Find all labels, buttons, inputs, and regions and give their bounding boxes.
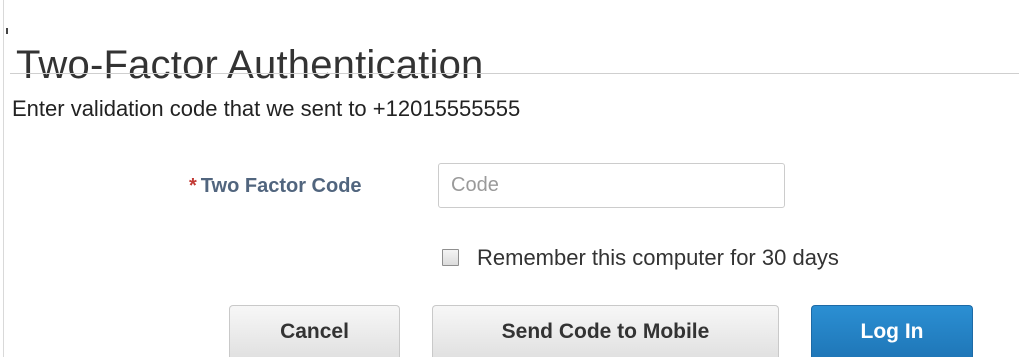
corner-mark (6, 28, 8, 34)
two-factor-code-label-text: Two Factor Code (200, 175, 362, 197)
title-divider (10, 73, 1019, 74)
remember-computer-checkbox[interactable] (442, 249, 459, 266)
page-left-border (3, 0, 4, 357)
log-in-button[interactable]: Log In (811, 305, 973, 357)
instructions-text: Enter validation code that we sent to +1… (12, 96, 521, 121)
remember-computer-label[interactable]: Remember this computer for 30 days (477, 243, 839, 273)
two-factor-code-label: * Two Factor Code (189, 172, 362, 200)
cancel-button[interactable]: Cancel (229, 305, 400, 357)
two-factor-code-input[interactable] (438, 163, 785, 208)
page-title: Two-Factor Authentication (16, 42, 484, 87)
send-code-to-mobile-button[interactable]: Send Code to Mobile (432, 305, 779, 357)
required-marker: * (189, 175, 197, 197)
